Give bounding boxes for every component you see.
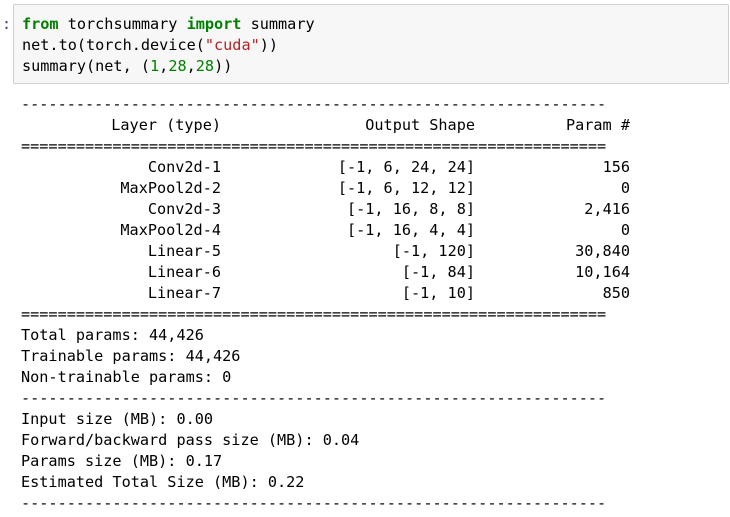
cell-param: 850	[602, 284, 630, 302]
separator-dash: ----------------------------------------…	[21, 95, 607, 113]
code-token: ))	[259, 36, 279, 54]
table-row: MaxPool2d-2 [-1, 6, 12, 12] 0	[21, 178, 721, 199]
code-token: torchsummary	[58, 15, 187, 33]
separator-dash: ----------------------------------------…	[21, 389, 607, 407]
separator-equals: ========================================…	[21, 137, 607, 155]
table-row: MaxPool2d-4 [-1, 16, 4, 4] 0	[21, 220, 721, 241]
code-token: from	[22, 15, 59, 33]
code-editor[interactable]: from torchsummary import summary net.to(…	[22, 14, 315, 77]
code-line: from torchsummary import summary	[22, 15, 315, 33]
cell-param: 30,840	[575, 242, 630, 260]
table-row: Linear-7 [-1, 10] 850	[21, 283, 721, 304]
totals-line: Total params: 44,426	[21, 326, 204, 344]
cell-param: 156	[602, 158, 630, 176]
code-token: summary(net, (	[22, 57, 151, 75]
code-token: net.to(torch.device(	[22, 36, 205, 54]
size-line: Input size (MB): 0.00	[21, 410, 214, 428]
separator-equals: ========================================…	[21, 305, 607, 323]
table-row: Conv2d-3 [-1, 16, 8, 8] 2,416	[21, 199, 721, 220]
totals-line: Trainable params: 44,426	[21, 347, 241, 365]
cell-param: 0	[620, 221, 630, 239]
cell-param: Param #	[565, 116, 630, 134]
size-line: Forward/backward pass size (MB): 0.04	[21, 431, 360, 449]
table-header: Layer (type) Output Shape Param #	[21, 115, 721, 136]
cell-param: 10,164	[575, 263, 630, 281]
code-token: 28	[195, 57, 215, 75]
size-line: Params size (MB): 0.17	[21, 452, 223, 470]
code-token: 28	[168, 57, 187, 75]
code-token: 1	[150, 57, 160, 75]
code-line: net.to(torch.device("cuda"))	[22, 36, 278, 54]
size-line: Estimated Total Size (MB): 0.22	[21, 473, 305, 491]
cell-output: ----------------------------------------…	[21, 94, 721, 514]
code-token: ))	[214, 57, 233, 75]
cell-param: 2,416	[584, 200, 630, 218]
code-token: ,	[159, 57, 169, 75]
code-line: summary(net, (1,28,28))	[22, 57, 232, 75]
cell-prompt: :	[2, 15, 12, 33]
code-token: summary	[241, 15, 315, 33]
table-row: Conv2d-1 [-1, 6, 24, 24] 156	[21, 157, 721, 178]
code-cell[interactable]: from torchsummary import summary net.to(…	[13, 4, 729, 84]
cell-param: 0	[620, 179, 630, 197]
table-row: Linear-5 [-1, 120] 30,840	[21, 241, 721, 262]
table-row: Linear-6 [-1, 84] 10,164	[21, 262, 721, 283]
separator-dash: ----------------------------------------…	[21, 494, 607, 512]
code-token: import	[186, 15, 242, 33]
code-token: "cuda"	[204, 36, 260, 54]
code-token: ,	[186, 57, 196, 75]
totals-line: Non-trainable params: 0	[21, 368, 232, 386]
